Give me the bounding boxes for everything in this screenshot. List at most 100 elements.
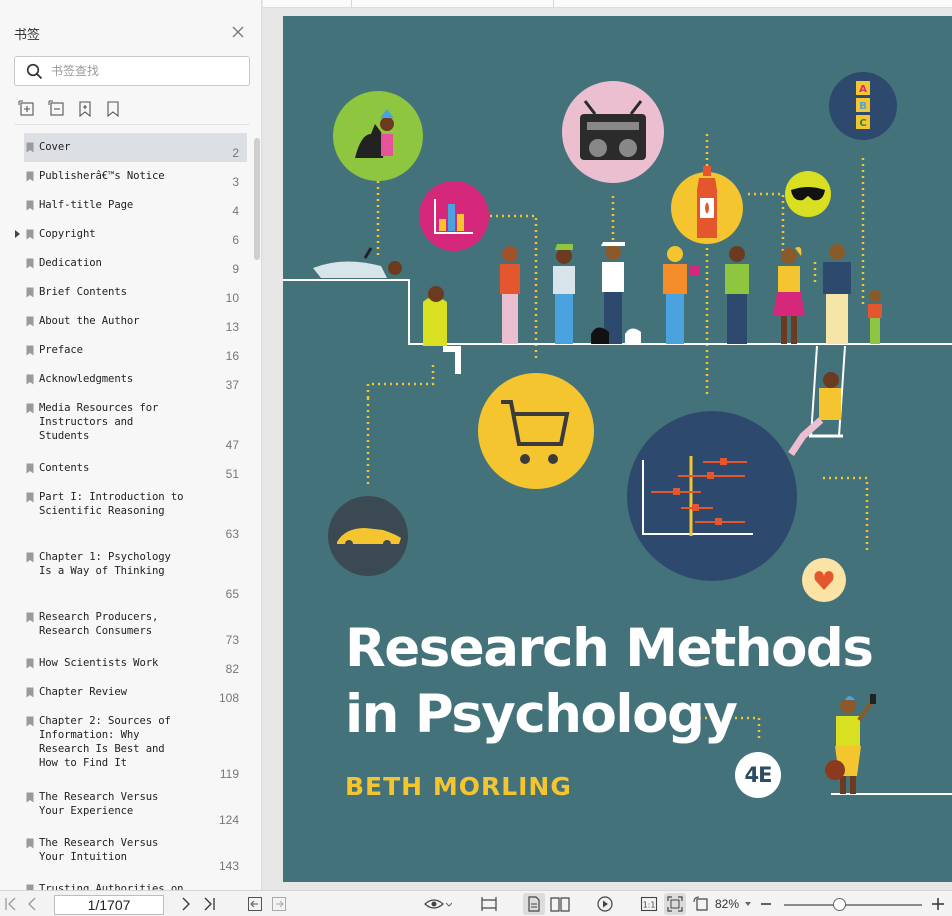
next-page-icon[interactable] [180,896,192,912]
bookmark-label: Contents [39,462,90,474]
bookmark-label: Trusting Authorities on the Subject [39,883,184,890]
bookmark-page-number: 63 [225,527,239,541]
bookmark-label: Research Producers, Research Consumers [39,611,159,637]
bookmark-page-number: 108 [218,691,239,705]
bookmark-item[interactable]: Chapter 2: Sources of Information: Why R… [24,707,247,783]
play-icon[interactable] [596,896,614,912]
page-number-input[interactable]: 1/1707 [54,895,164,915]
bookmark-item[interactable]: Cover 2 [24,133,247,162]
bookmark-item[interactable]: Copyright 6 [15,220,247,249]
bookmark-label: Part I: Introduction to Scientific Reaso… [39,491,184,517]
bookmark-label: How Scientists Work [39,657,159,669]
bookmark-label: Cover [39,141,71,153]
bookmark-item[interactable]: Trusting Authorities on the Subject158 [24,875,247,890]
two-page-icon[interactable] [550,896,570,912]
bookmark-page-number: 143 [218,859,239,873]
zoom-dropdown-icon[interactable] [745,902,751,906]
book-title: Research Methods in Psychology [345,616,874,748]
bookmark-page-number: 3 [232,175,239,189]
bookmark-search-box [14,56,250,86]
bookmark-label: Copyright [39,228,96,240]
bookmark-flag-icon [26,258,34,269]
fit-page-icon[interactable] [667,896,683,912]
last-page-icon[interactable] [202,896,216,912]
bookmark-item[interactable]: Contents 51 [24,454,247,483]
document-viewport[interactable]: A B C Research Methods in Psychology BET… [263,0,952,890]
bookmark-label: Acknowledgments [39,373,134,385]
bookmark-page-number: 119 [219,767,239,781]
bookmark-flag-icon [26,316,34,327]
book-author: BETH MORLING [345,772,572,801]
bookmark-flag-icon [26,403,34,414]
bookmark-label: Half-title Page [39,199,134,211]
bookmark-label: Chapter 2: Sources of Information: Why R… [39,715,171,769]
bookmark-item[interactable]: About the Author 13 [24,307,247,336]
bookmark-item[interactable]: Preface 16 [24,336,247,365]
bookmark-item[interactable]: Dedication 9 [24,249,247,278]
bookmark-flag-icon [26,552,34,563]
book-title-line2: in Psychology [345,684,738,745]
bookmark-item[interactable]: Chapter Review 108 [24,678,247,707]
bookmark-label: Dedication [39,257,102,269]
bookmark-label: Chapter 1: Psychology Is a Way of Thinki… [39,551,171,577]
bookmark-item[interactable]: Part I: Introduction to Scientific Reaso… [24,483,247,543]
actual-size-icon[interactable]: 1:1 [640,896,658,912]
divider [14,124,250,125]
bookmark-item[interactable]: How Scientists Work 82 [24,649,247,678]
bookmark-label: Brief Contents [39,286,127,298]
zoom-slider-knob[interactable] [833,898,846,911]
zoom-out-icon[interactable] [760,896,772,912]
bookmark-item[interactable]: Chapter 1: Psychology Is a Way of Thinki… [24,543,247,603]
bookmark-item[interactable]: Half-title Page 4 [24,191,247,220]
bookmark-icon[interactable] [104,100,122,118]
bookmark-page-number: 9 [232,262,239,276]
svg-text:A: A [859,84,867,95]
fit-width-icon[interactable] [480,896,498,912]
bookmark-label: The Research Versus Your Intuition [39,837,159,863]
collapse-all-icon[interactable] [48,100,66,118]
bookmark-search-input[interactable] [51,62,241,80]
bookmark-item[interactable]: The Research Versus Your Intuition 143 [24,829,247,875]
read-mode-icon[interactable] [424,896,452,912]
zoom-slider-track[interactable] [784,904,922,906]
bookmark-flag-icon [26,792,34,803]
sidebar-title: 书签 [14,27,41,42]
bookmark-flag-icon [26,658,34,669]
bookmark-item[interactable]: Media Resources for Instructors and Stud… [24,394,247,454]
bookmark-page-number: 73 [225,633,239,647]
rotate-icon[interactable] [693,896,711,912]
bookmark-flag-icon [26,142,34,153]
bookmark-item[interactable]: Publisherâ€™s Notice 3 [24,162,247,191]
bookmark-label: The Research Versus Your Experience [39,791,159,817]
bookmark-page-number: 16 [225,349,239,363]
expand-arrow-icon[interactable] [15,230,20,238]
first-page-icon[interactable] [4,896,18,912]
bookmark-label: Media Resources for Instructors and Stud… [39,402,159,442]
bookmark-item[interactable]: The Research Versus Your Experience 124 [24,783,247,829]
forward-view-icon[interactable] [271,896,287,912]
bookmark-item[interactable]: Acknowledgments 37 [24,365,247,394]
svg-text:C: C [859,118,866,129]
bookmark-item[interactable]: Brief Contents 10 [24,278,247,307]
bookmark-page-number: 10 [225,291,239,305]
bookmark-label: Chapter Review [39,686,127,698]
close-icon[interactable] [231,25,245,39]
bookmark-list: Cover 2 Publisherâ€™s Notice 3 Half-title Pa… [0,133,252,890]
back-view-icon[interactable] [247,896,263,912]
bookmark-flag-icon [26,716,34,727]
bookmark-flag-icon [26,374,34,385]
bookmark-item[interactable]: Research Producers, Research Consumers 73 [24,603,247,649]
expand-all-icon[interactable] [18,100,36,118]
search-icon [26,63,43,80]
bookmark-page-number: 65 [225,587,239,601]
bookmark-flag-icon [26,229,34,240]
zoom-level[interactable]: 82% [715,897,739,911]
zoom-in-icon[interactable] [931,896,945,912]
sidebar-scrollbar-thumb[interactable] [254,138,260,260]
previous-page-icon[interactable] [26,896,38,912]
bookmark-page-number: 51 [225,467,239,481]
single-page-icon[interactable] [526,896,542,912]
bookmark-flag-icon [26,687,34,698]
edition-badge: 4E [735,752,781,798]
add-bookmark-icon[interactable] [76,100,94,118]
